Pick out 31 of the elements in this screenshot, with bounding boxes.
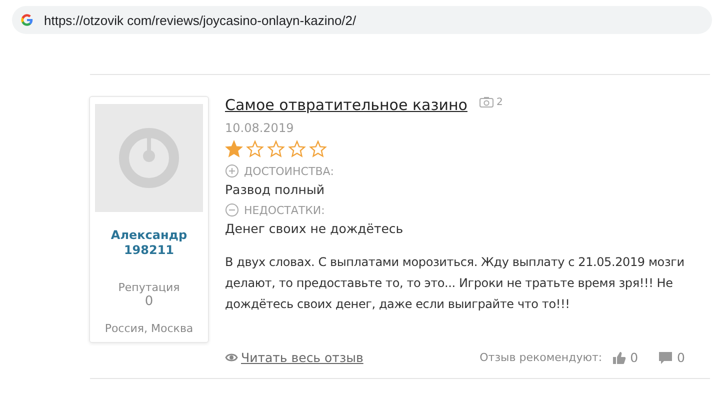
pros-text: Развод полный	[225, 182, 326, 197]
review-date: 10.08.2019	[225, 121, 295, 135]
comments-count: 0	[677, 350, 685, 365]
review-text: В двух словах. С выплатами морозиться. Жду выплату с 21.05.2019 мозги делают, то предоставьте то, то это... Игроки не тратьте время зря!!! Не дождётесь своих денег, даже если выиграйте что то!!!	[225, 254, 686, 313]
address-bar[interactable]: https://otzovik com/reviews/joycasino-onlayn-kazino/2/	[12, 6, 712, 34]
cons-text: Денег своих не дождётесь	[225, 221, 404, 236]
review-title[interactable]: Самое отвратительное казино	[225, 96, 468, 114]
pros-label: ДОСТОИНСТВА:	[244, 164, 334, 178]
author-name[interactable]: Александр 198211	[110, 228, 188, 258]
empty-star-icon	[288, 140, 306, 158]
author-location: Россия, Москва	[104, 322, 194, 335]
likes-count: 0	[630, 350, 638, 365]
empty-star-icon	[267, 140, 285, 158]
photo-count: 2	[496, 96, 503, 108]
minus-icon	[225, 203, 239, 217]
empty-star-icon	[309, 140, 327, 158]
avatar-placeholder-icon	[118, 127, 180, 189]
empty-star-icon	[246, 140, 264, 158]
google-icon	[20, 13, 34, 27]
camera-icon	[479, 96, 494, 108]
plus-icon	[225, 164, 239, 178]
cons-label: НЕДОСТАТКИ:	[244, 204, 325, 216]
comment-icon[interactable]	[658, 350, 674, 364]
reputation-value: 0	[144, 294, 154, 309]
recommend-label: Отзыв рекомендуют:	[480, 351, 602, 364]
eye-icon	[225, 352, 238, 363]
filled-star-icon	[225, 140, 243, 158]
thumbs-up-icon[interactable]	[612, 350, 626, 364]
reputation-label: Репутация	[118, 281, 180, 294]
url-text: https://otzovik com/reviews/joycasino-onlayn-kazino/2/	[44, 12, 356, 28]
read-more-link[interactable]: Читать весь отзыв	[225, 350, 364, 365]
